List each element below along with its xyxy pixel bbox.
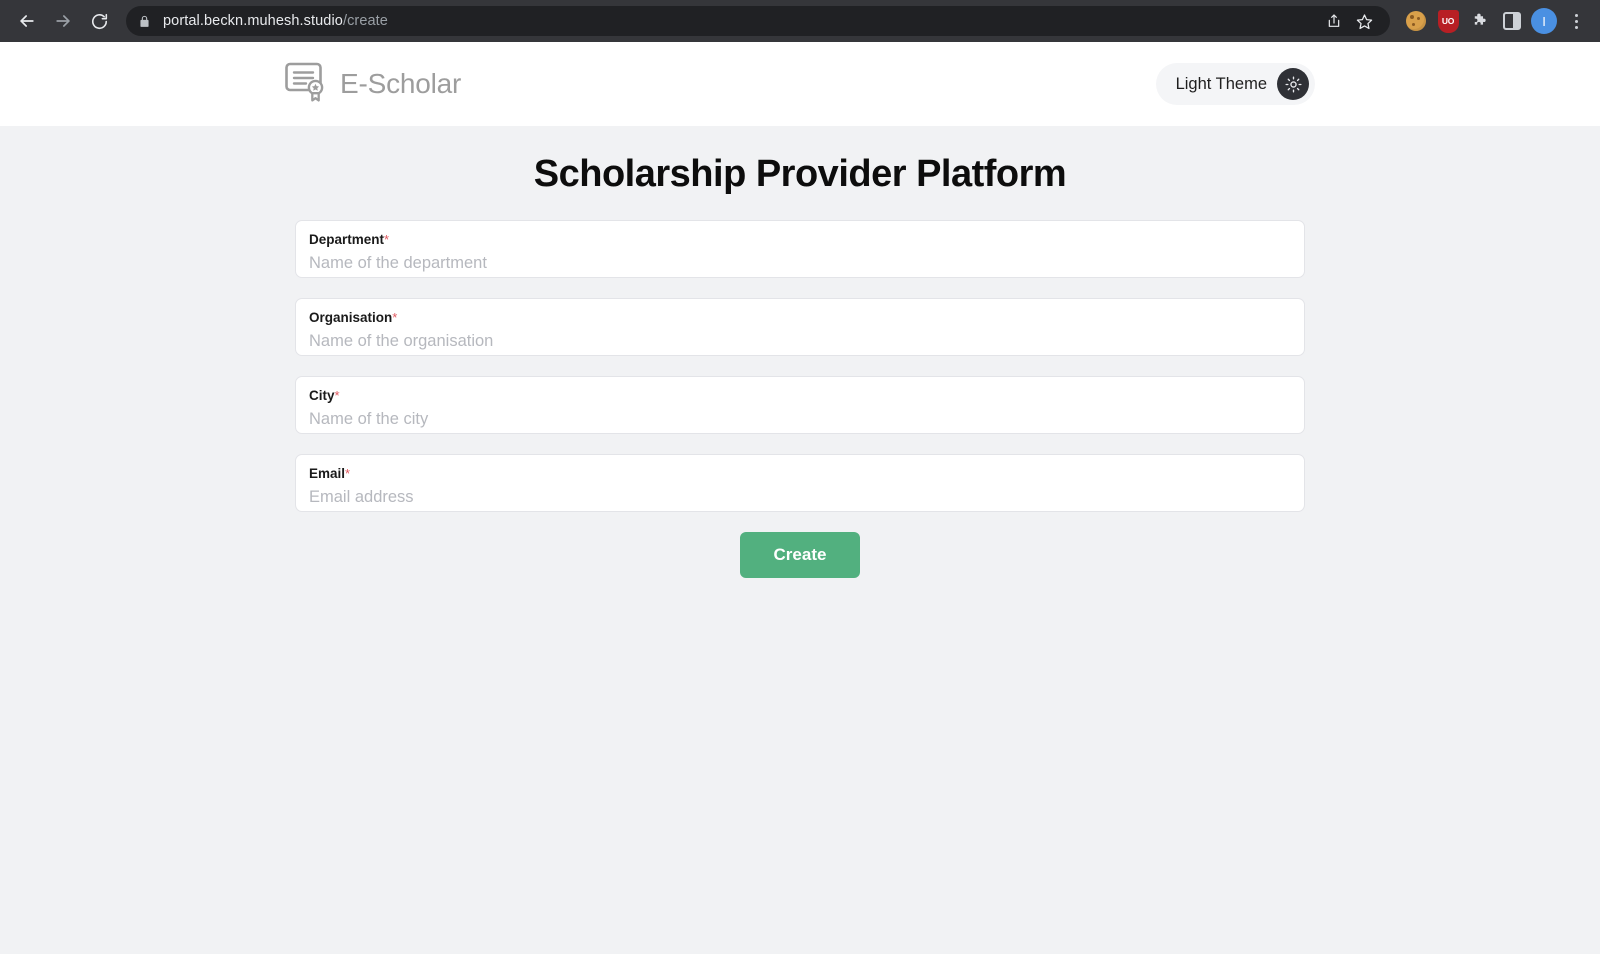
app-logo[interactable]: E-Scholar <box>283 60 461 109</box>
required-marker: * <box>345 466 351 481</box>
city-input[interactable] <box>309 409 1291 430</box>
certificate-logo-icon <box>283 60 329 109</box>
field-label-department: Department* <box>309 233 1291 247</box>
label-text: Email <box>309 466 346 481</box>
side-panel-button[interactable] <box>1498 7 1526 35</box>
field-email[interactable]: Email* <box>295 454 1305 512</box>
lock-icon <box>138 15 151 28</box>
reload-icon <box>91 13 107 29</box>
back-arrow-icon <box>20 15 34 27</box>
address-bar[interactable]: portal.beckn.muhesh.studio/create <box>126 6 1390 36</box>
field-label-city: City* <box>309 389 1291 403</box>
app-header: E-Scholar Light Theme <box>0 42 1600 126</box>
cookie-extension-button[interactable] <box>1402 7 1430 35</box>
forward-arrow-icon <box>56 15 70 27</box>
field-city[interactable]: City* <box>295 376 1305 434</box>
theme-toggle-button[interactable]: Light Theme <box>1155 63 1315 105</box>
theme-toggle-knob <box>1277 68 1309 100</box>
department-input[interactable] <box>309 253 1291 274</box>
field-label-email: Email* <box>309 467 1291 481</box>
bookmark-button[interactable] <box>1350 7 1378 35</box>
cookie-extension-icon <box>1406 11 1426 31</box>
reload-button[interactable] <box>82 4 116 38</box>
shield-extension-icon: UO <box>1437 9 1459 33</box>
page-body: Scholarship Provider Platform Department… <box>0 126 1600 954</box>
submit-row: Create <box>295 532 1305 578</box>
omnibox-actions <box>1310 7 1378 35</box>
share-button[interactable] <box>1320 7 1348 35</box>
email-input[interactable] <box>309 487 1291 508</box>
url-text: portal.beckn.muhesh.studio/create <box>163 13 388 29</box>
label-text: Department <box>309 232 385 247</box>
browser-toolbar: portal.beckn.muhesh.studio/create UO I <box>0 0 1600 42</box>
forward-button[interactable] <box>46 4 80 38</box>
field-organisation[interactable]: Organisation* <box>295 298 1305 356</box>
shield-extension-button[interactable]: UO <box>1434 7 1462 35</box>
provider-create-form: Department* Organisation* City* Email* C… <box>295 196 1305 578</box>
label-text: City <box>309 388 335 403</box>
star-icon <box>1356 13 1372 29</box>
url-domain: portal.beckn.muhesh.studio <box>163 13 343 29</box>
required-marker: * <box>392 310 398 325</box>
avatar: I <box>1531 8 1557 34</box>
extensions-button[interactable] <box>1466 7 1494 35</box>
chrome-menu-button[interactable] <box>1562 7 1590 35</box>
side-panel-icon <box>1503 12 1521 30</box>
organisation-input[interactable] <box>309 331 1291 352</box>
browser-extensions-area: UO I <box>1396 7 1590 35</box>
share-icon <box>1328 14 1340 27</box>
profile-button[interactable]: I <box>1530 7 1558 35</box>
page-title: Scholarship Provider Platform <box>533 153 1067 195</box>
required-marker: * <box>384 232 390 247</box>
sun-icon <box>1284 75 1302 93</box>
puzzle-extensions-icon <box>1474 13 1486 25</box>
theme-toggle-label: Light Theme <box>1175 74 1267 93</box>
field-label-organisation: Organisation* <box>309 311 1291 325</box>
kebab-menu-icon <box>1563 13 1589 29</box>
create-button[interactable]: Create <box>739 532 861 578</box>
field-department[interactable]: Department* <box>295 220 1305 278</box>
label-text: Organisation <box>309 310 393 325</box>
url-path: /create <box>342 13 388 29</box>
required-marker: * <box>334 388 340 403</box>
app-logo-text: E-Scholar <box>340 68 462 99</box>
back-button[interactable] <box>10 4 44 38</box>
